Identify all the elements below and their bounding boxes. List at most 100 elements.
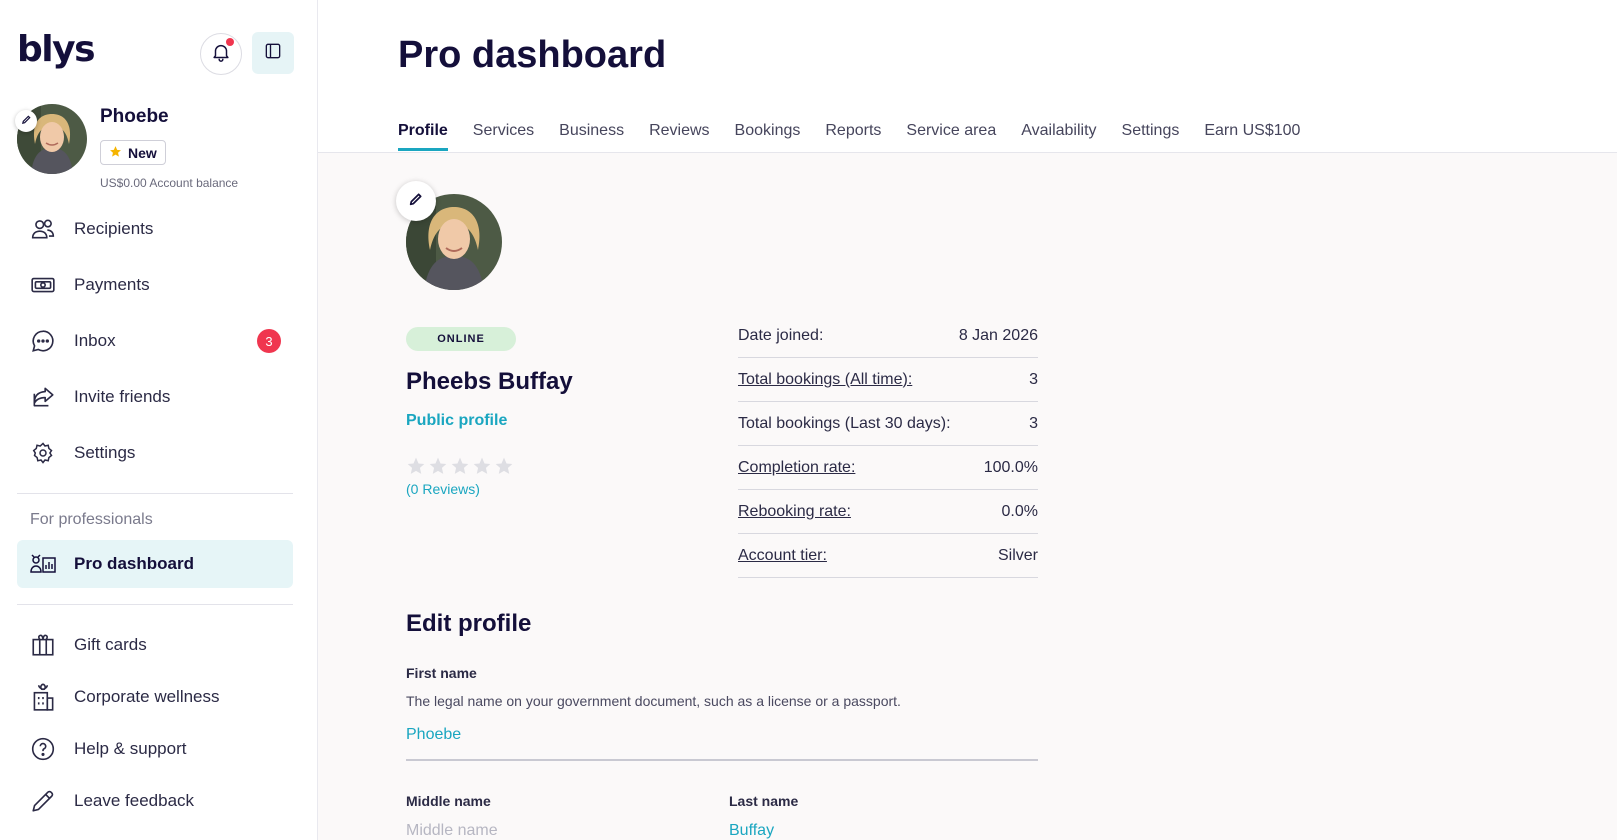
stat-row: Account tier: Silver <box>738 534 1038 578</box>
pro-dashboard-icon <box>28 549 58 579</box>
notification-dot <box>226 38 234 46</box>
page-title: Pro dashboard <box>398 34 667 76</box>
star-icon <box>494 456 514 481</box>
star-icon <box>450 456 470 481</box>
stat-value: Silver <box>997 546 1038 564</box>
status-badge: ONLINE <box>406 327 516 351</box>
badge-label: New <box>128 144 157 161</box>
page-header: Pro dashboard Profile Services Business … <box>318 0 1617 153</box>
tab-bar: Profile Services Business Reviews Bookin… <box>398 122 1325 151</box>
last-name-label: Last name <box>729 793 799 809</box>
stat-label-link[interactable]: Account tier: <box>738 547 827 565</box>
tab-settings[interactable]: Settings <box>1122 122 1180 151</box>
people-icon <box>28 214 58 244</box>
first-name-field[interactable]: Phoebe <box>406 726 461 744</box>
inbox-count-badge: 3 <box>257 329 281 353</box>
tab-service-area[interactable]: Service area <box>906 122 996 151</box>
main-content: Pro dashboard Profile Services Business … <box>318 0 1617 840</box>
sidebar-item-label: Settings <box>74 443 136 462</box>
stat-row: Total bookings (All time): 3 <box>738 358 1038 402</box>
sidebar-item-label: Invite friends <box>74 387 171 406</box>
share-icon <box>28 382 58 412</box>
first-name-label: First name <box>406 665 477 681</box>
sidebar-item-recipients[interactable]: Recipients <box>17 205 293 253</box>
stat-value: 0.0% <box>1001 502 1038 520</box>
sidebar-item-label: Inbox <box>74 331 116 350</box>
stat-value: 100.0% <box>983 458 1038 476</box>
pencil-icon <box>21 112 32 130</box>
sidebar-item-label: Gift cards <box>74 635 147 654</box>
cash-icon <box>28 270 58 300</box>
stat-value: 3 <box>1029 414 1038 432</box>
tab-business[interactable]: Business <box>559 122 624 151</box>
stat-label: Total bookings (Last 30 days): <box>738 414 951 432</box>
first-name-help: The legal name on your government docume… <box>406 693 901 709</box>
tab-earn[interactable]: Earn US$100 <box>1204 122 1300 151</box>
app-root: blys Phoebe New US$0.00 Account balance … <box>0 0 1617 840</box>
help-icon <box>28 734 58 764</box>
sidebar: blys Phoebe New US$0.00 Account balance … <box>0 0 318 840</box>
field-underline <box>406 759 1038 761</box>
stats-table: Date joined: 8 Jan 2026 Total bookings (… <box>738 314 1038 578</box>
section-title: Edit profile <box>406 610 532 637</box>
user-avatar-container <box>15 104 87 174</box>
blys-logo[interactable]: blys <box>17 26 96 74</box>
sidebar-divider <box>17 604 293 605</box>
sidebar-item-settings[interactable]: Settings <box>17 429 293 477</box>
sidebar-item-inbox[interactable]: Inbox 3 <box>17 317 293 365</box>
user-name: Phoebe <box>100 106 169 127</box>
sidebar-item-gift-cards[interactable]: Gift cards <box>17 621 293 669</box>
stat-label-link[interactable]: Total bookings (All time): <box>738 371 912 389</box>
stat-label: Date joined: <box>738 326 824 344</box>
section-label: For professionals <box>30 511 153 528</box>
tab-bookings[interactable]: Bookings <box>735 122 801 151</box>
sidebar-item-label: Leave feedback <box>74 791 195 810</box>
collapse-sidebar-button[interactable] <box>252 32 294 74</box>
public-profile-link[interactable]: Public profile <box>406 412 507 430</box>
sidebar-divider <box>17 493 293 494</box>
pro-name: Pheebs Buffay <box>406 368 573 395</box>
gear-icon <box>28 438 58 468</box>
stat-value: 8 Jan 2026 <box>958 326 1038 344</box>
pencil-icon <box>28 786 58 816</box>
sidebar-item-payments[interactable]: Payments <box>17 261 293 309</box>
sidebar-item-label: Recipients <box>74 219 154 238</box>
sidebar-item-help-support[interactable]: Help & support <box>17 725 293 773</box>
sidebar-item-corporate-wellness[interactable]: Corporate wellness <box>17 673 293 721</box>
stat-label-link[interactable]: Completion rate: <box>738 459 855 477</box>
sidebar-item-label: Help & support <box>74 739 187 758</box>
star-icon <box>109 145 122 161</box>
middle-name-field[interactable]: Middle name <box>406 822 498 840</box>
stat-row: Completion rate: 100.0% <box>738 446 1038 490</box>
tab-profile[interactable]: Profile <box>398 122 448 151</box>
sidebar-item-label: Pro dashboard <box>74 554 194 573</box>
user-level-badge: New <box>100 140 166 165</box>
notifications-button[interactable] <box>200 33 242 75</box>
stat-label-link[interactable]: Rebooking rate: <box>738 503 851 521</box>
tab-availability[interactable]: Availability <box>1021 122 1096 151</box>
stat-row: Total bookings (Last 30 days): 3 <box>738 402 1038 446</box>
tab-reports[interactable]: Reports <box>825 122 881 151</box>
star-icon <box>472 456 492 481</box>
last-name-field[interactable]: Buffay <box>729 822 774 840</box>
gift-icon <box>28 630 58 660</box>
tab-services[interactable]: Services <box>473 122 534 151</box>
star-icon <box>428 456 448 481</box>
stat-value: 3 <box>1029 370 1038 388</box>
edit-photo-button[interactable] <box>396 181 436 221</box>
sidebar-item-leave-feedback[interactable]: Leave feedback <box>17 777 293 825</box>
rating-stars <box>406 456 514 481</box>
sidebar-item-pro-dashboard[interactable]: Pro dashboard <box>17 540 293 588</box>
sidebar-item-invite-friends[interactable]: Invite friends <box>17 373 293 421</box>
sidebar-item-label: Payments <box>74 275 150 294</box>
account-balance: US$0.00 Account balance <box>100 176 239 190</box>
stat-row: Date joined: 8 Jan 2026 <box>738 314 1038 358</box>
reviews-count-link[interactable]: (0 Reviews) <box>406 481 480 497</box>
star-icon <box>406 456 426 481</box>
building-icon <box>28 682 58 712</box>
tab-reviews[interactable]: Reviews <box>649 122 709 151</box>
stat-row: Rebooking rate: 0.0% <box>738 490 1038 534</box>
sidebar-item-label: Corporate wellness <box>74 687 220 706</box>
edit-avatar-button[interactable] <box>15 110 37 132</box>
middle-name-label: Middle name <box>406 793 491 809</box>
